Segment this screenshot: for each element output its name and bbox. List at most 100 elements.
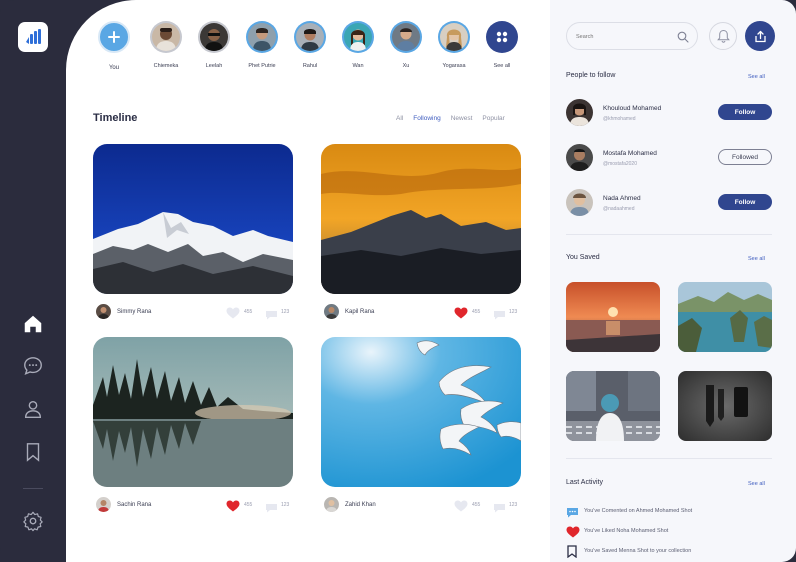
follow-button[interactable]: Follow <box>718 104 772 120</box>
post-author[interactable]: Kapil Rana <box>345 309 374 315</box>
comment-icon <box>566 505 579 523</box>
story-item[interactable]: Chiemeka <box>140 21 192 69</box>
filter-popular[interactable]: Popular <box>482 115 504 122</box>
activity-item[interactable]: You've Comented on Ahmed Mohamed Shot <box>566 505 786 518</box>
story-name: Chiemeka <box>153 63 179 69</box>
bell-icon <box>716 29 730 43</box>
grid-icon <box>496 31 508 43</box>
activity-text: You've Comented on Ahmed Mohamed Shot <box>584 508 693 514</box>
post-card: Zahid Khan 455 123 <box>321 337 521 513</box>
person-handle: @mostafa2020 <box>603 161 637 167</box>
see-all-stories-button[interactable] <box>486 21 518 53</box>
profile-icon[interactable] <box>22 398 44 420</box>
person-handle: @nadaahmed <box>603 206 635 212</box>
activity-item[interactable]: You've Liked Noha Mohamed Shot <box>566 525 786 538</box>
saved-image[interactable] <box>566 371 660 441</box>
post-author[interactable]: Zahid Khan <box>345 502 376 508</box>
story-item[interactable]: Rahul <box>284 21 336 69</box>
timeline-title: Timeline <box>93 112 138 124</box>
saved-see-all-link[interactable]: See all <box>748 256 765 262</box>
post-meta: Simmy Rana 455 123 <box>96 304 293 320</box>
post-image[interactable] <box>93 337 293 487</box>
avatar[interactable] <box>566 189 593 216</box>
avatar <box>152 23 180 51</box>
post-meta: Zahid Khan 455 123 <box>324 497 521 513</box>
story-name: Yogarasa <box>442 63 466 69</box>
avatar[interactable] <box>96 497 111 512</box>
story-name: You <box>108 65 120 71</box>
stories-bar: You Chiemeka Leelah Phet Putrie Rahul Wa… <box>66 0 550 90</box>
story-item[interactable]: Yogarasa <box>428 21 480 69</box>
comment-icon[interactable] <box>493 500 506 518</box>
comment-icon[interactable] <box>265 500 278 518</box>
filter-newest[interactable]: Newest <box>451 115 473 122</box>
avatar <box>392 23 420 51</box>
post-image[interactable] <box>321 144 521 294</box>
filter-following[interactable]: Following <box>413 115 440 122</box>
post-author[interactable]: Sachin Rana <box>117 502 151 508</box>
post-image[interactable] <box>93 144 293 294</box>
story-name: Phet Putrie <box>248 63 276 69</box>
filter-all[interactable]: All <box>396 115 403 122</box>
search-input[interactable] <box>576 31 676 43</box>
heart-icon[interactable] <box>454 306 468 324</box>
bookmark-icon[interactable] <box>22 441 44 463</box>
nav-divider <box>23 488 43 489</box>
saved-image[interactable] <box>566 282 660 352</box>
saved-image[interactable] <box>678 282 772 352</box>
person-handle: @khmohamed <box>603 116 636 122</box>
comment-icon[interactable] <box>493 307 506 325</box>
like-count: 455 <box>244 309 253 315</box>
home-icon[interactable] <box>22 313 44 335</box>
you-saved-title: You Saved <box>566 254 600 261</box>
messages-icon[interactable] <box>22 355 44 377</box>
like-count: 455 <box>472 502 481 508</box>
story-you[interactable]: You <box>88 21 140 71</box>
person-name[interactable]: Nada Ahmed <box>603 195 641 202</box>
activity-see-all-link[interactable]: See all <box>748 481 765 487</box>
add-story-button[interactable] <box>98 21 130 53</box>
left-nav <box>0 0 66 562</box>
story-item[interactable]: Leelah <box>188 21 240 69</box>
story-item[interactable]: Phet Putrie <box>236 21 288 69</box>
heart-icon[interactable] <box>226 499 240 517</box>
share-button[interactable] <box>745 21 775 51</box>
post-card: Simmy Rana 455 123 <box>93 144 293 320</box>
story-item[interactable]: Wan <box>332 21 384 69</box>
avatar[interactable] <box>566 144 593 171</box>
section-divider <box>566 234 772 235</box>
notifications-button[interactable] <box>709 22 737 50</box>
bookmark-icon <box>566 545 578 562</box>
settings-icon[interactable] <box>22 510 44 532</box>
heart-icon[interactable] <box>226 306 240 324</box>
comment-count: 123 <box>509 502 518 508</box>
comment-count: 123 <box>281 309 290 315</box>
heart-icon[interactable] <box>454 499 468 517</box>
stories-see-all[interactable]: See all <box>476 21 528 69</box>
avatar[interactable] <box>96 304 111 319</box>
avatar[interactable] <box>324 304 339 319</box>
app-logo[interactable] <box>18 22 48 52</box>
activity-item[interactable]: You've Saved Menna Shot to your collecti… <box>566 545 786 559</box>
person-name[interactable]: Khouloud Mohamed <box>603 105 661 112</box>
story-item[interactable]: Xu <box>380 21 432 69</box>
avatar[interactable] <box>324 497 339 512</box>
search-box[interactable] <box>566 22 698 50</box>
post-author[interactable]: Simmy Rana <box>117 309 151 315</box>
activity-text: You've Saved Menna Shot to your collecti… <box>584 548 692 554</box>
saved-image[interactable] <box>678 371 772 441</box>
story-name: Xu <box>402 63 410 69</box>
avatar <box>344 23 372 51</box>
search-icon[interactable] <box>677 30 689 48</box>
people-see-all-link[interactable]: See all <box>748 74 765 80</box>
upload-icon <box>754 30 766 42</box>
post-meta: Sachin Rana 455 123 <box>96 497 293 513</box>
comment-icon[interactable] <box>265 307 278 325</box>
follow-button[interactable]: Follow <box>718 194 772 210</box>
logo-icon <box>26 29 41 44</box>
followed-button[interactable]: Followed <box>718 149 772 165</box>
post-image[interactable] <box>321 337 521 487</box>
person-name[interactable]: Mostafa Mohamed <box>603 150 657 157</box>
avatar[interactable] <box>566 99 593 126</box>
timeline-filters: All Following Newest Popular <box>396 115 505 122</box>
